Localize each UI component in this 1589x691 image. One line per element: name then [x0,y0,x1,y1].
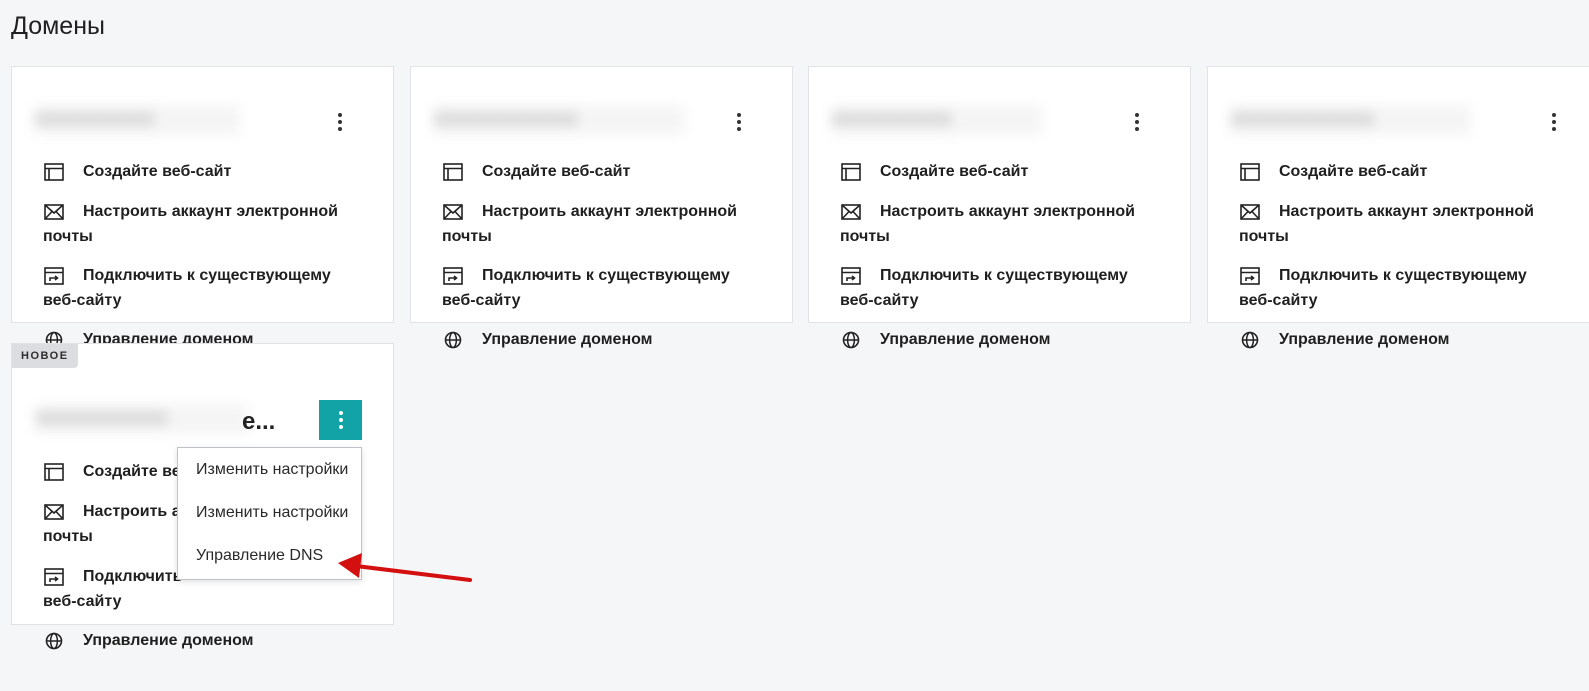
domain-name-blurred: xxxxxxxxxx [832,105,1042,135]
new-badge: НОВОЕ [12,344,78,368]
browser-link-icon [1239,265,1261,287]
domain-name-blurred: xxxxxxxxxxx [36,404,248,434]
action-label: Подключить к существующему [1279,267,1527,284]
domain-name-blurred: xxxxxxxxxxxx [1231,105,1471,135]
create-website-action[interactable]: Создайте веб-сайт [43,159,363,184]
setup-email-action[interactable]: Настроить аккаунт электронной почты [1239,199,1559,249]
manage-domain-action[interactable]: Управление доменом [1239,327,1559,352]
action-label: Подключить к существующему [880,267,1128,284]
connect-website-action[interactable]: Подключить к существующему веб-сайту [43,263,363,313]
domain-card: xxxxxxxxxx Создайте веб-сайт Настроить а… [808,66,1191,323]
action-label: Подключить к существующему [83,267,331,284]
setup-email-action[interactable]: Настроить аккаунт электронной почты [442,199,762,249]
create-website-action[interactable]: Создайте веб-сайт [1239,159,1559,184]
manage-domain-action[interactable]: Управление доменом [840,327,1160,352]
action-label: Подключить [83,568,183,585]
action-label: Создайте веб-сайт [880,163,1029,180]
action-label: Создайте веб-сайт [482,163,631,180]
more-options-button[interactable] [1533,103,1575,141]
menu-item-edit-settings-2[interactable]: Изменить настройки [178,491,361,534]
kebab-icon [338,411,343,429]
browser-window-icon [43,461,65,483]
more-options-button[interactable] [319,103,361,141]
browser-window-icon [43,161,65,183]
setup-email-action[interactable]: Настроить аккаунт электронной почты [43,199,363,249]
globe-icon [840,329,862,351]
kebab-icon [1552,113,1556,131]
action-label-wrap: веб-сайту [442,292,521,309]
connect-website-action[interactable]: Подключить к существующему веб-сайту [840,263,1160,313]
envelope-icon [43,201,65,223]
menu-item-dns-management[interactable]: Управление DNS [178,534,361,577]
action-label: Настроить аккаунт электронной [1279,203,1534,220]
globe-icon [43,630,65,652]
domain-name-blurred: xxxxxxxxxx [35,105,240,135]
action-label-wrap: почты [442,228,492,245]
action-label-wrap: почты [840,228,890,245]
action-label: Создайте ве [83,463,181,480]
manage-domain-action[interactable]: Управление доменом [43,628,363,653]
page-title: Домены [11,12,105,40]
action-label: Управление доменом [482,331,653,348]
action-label: Управление доменом [1279,331,1450,348]
action-label: Настроить аккаунт электронной [880,203,1135,220]
action-label-wrap: почты [1239,228,1289,245]
browser-link-icon [840,265,862,287]
envelope-icon [442,201,464,223]
action-label: Настроить а [83,503,181,520]
action-label: Создайте веб-сайт [1279,163,1428,180]
domain-card: xxxxxxxxxxxx Создайте веб-сайт Настроить… [410,66,793,323]
action-label-wrap: почты [43,228,93,245]
domain-name-suffix: е... [242,408,276,435]
browser-window-icon [840,161,862,183]
connect-website-action[interactable]: Подключить к существующему веб-сайту [442,263,762,313]
domain-card: xxxxxxxxxxxx Создайте веб-сайт Настроить… [1207,66,1589,323]
envelope-icon [43,501,65,523]
card-header: xxxxxxxxxx [35,101,373,143]
connect-website-action[interactable]: Подключить к существующему веб-сайту [1239,263,1559,313]
action-label: Управление доменом [880,331,1051,348]
action-label: Настроить аккаунт электронной [83,203,338,220]
envelope-icon [1239,201,1261,223]
kebab-icon [338,113,342,131]
card-header: xxxxxxxxxxxx [434,101,772,143]
action-label-wrap: веб-сайту [840,292,919,309]
create-website-action[interactable]: Создайте веб-сайт [840,159,1160,184]
browser-window-icon [1239,161,1261,183]
globe-icon [1239,329,1261,351]
more-options-button[interactable] [1116,103,1158,141]
options-dropdown-menu: Изменить настройки Изменить настройки Уп… [177,447,362,580]
kebab-icon [1135,113,1139,131]
action-label-wrap: веб-сайту [1239,292,1318,309]
menu-item-edit-settings[interactable]: Изменить настройки [178,448,361,491]
action-label-wrap: веб-сайту [43,593,122,610]
action-label: Подключить к существующему [482,267,730,284]
setup-email-action[interactable]: Настроить аккаунт электронной почты [840,199,1160,249]
kebab-icon [737,113,741,131]
more-options-button[interactable] [718,103,760,141]
card-header: xxxxxxxxxxxx [1231,101,1589,143]
domain-card: xxxxxxxxxx Создайте веб-сайт Настроить а… [11,66,394,323]
action-label: Настроить аккаунт электронной [482,203,737,220]
action-label-wrap: веб-сайту [43,292,122,309]
envelope-icon [840,201,862,223]
action-label: Управление доменом [83,632,254,649]
globe-icon [442,329,464,351]
card-header: xxxxxxxxxx [832,101,1170,143]
browser-link-icon [442,265,464,287]
more-options-button-active[interactable] [319,400,362,440]
create-website-action[interactable]: Создайте веб-сайт [442,159,762,184]
browser-link-icon [43,265,65,287]
manage-domain-action[interactable]: Управление доменом [442,327,762,352]
browser-window-icon [442,161,464,183]
browser-link-icon [43,566,65,588]
domain-name-blurred: xxxxxxxxxxxx [434,105,684,135]
action-label: Создайте веб-сайт [83,163,232,180]
